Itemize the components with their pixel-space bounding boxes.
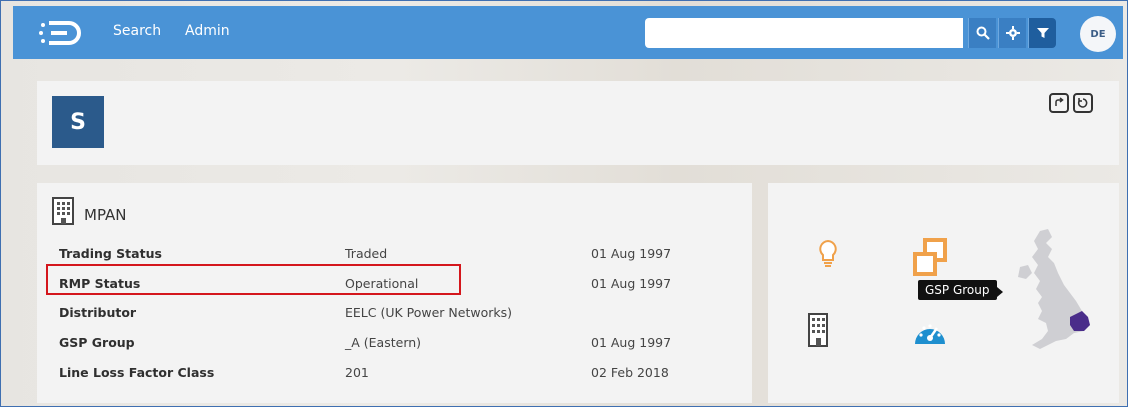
table-row: Line Loss Factor Class 201 02 Feb 2018 — [59, 359, 739, 387]
row-value: Traded — [345, 246, 388, 261]
row-value: 201 — [345, 365, 369, 380]
gsp-group-tooltip: GSP Group — [918, 280, 1002, 300]
search-button[interactable] — [968, 18, 996, 48]
table-row: Distributor EELC (UK Power Networks) — [59, 299, 739, 327]
building-icon — [51, 197, 75, 229]
row-label: GSP Group — [59, 335, 135, 350]
refresh-button[interactable] — [1073, 93, 1093, 113]
row-date: 01 Aug 1997 — [591, 335, 672, 350]
gsp-group-icon[interactable] — [911, 238, 955, 282]
highlight-box — [46, 264, 461, 295]
row-date: 01 Aug 1997 — [591, 276, 672, 291]
top-bar: Search Admin DE — [13, 6, 1123, 59]
search-input[interactable] — [645, 18, 963, 48]
row-value: _A (Eastern) — [345, 335, 422, 350]
building-icon[interactable] — [807, 313, 829, 351]
row-value: EELC (UK Power Networks) — [345, 305, 513, 320]
summary-icons-panel: GSP Group — [768, 183, 1119, 403]
redo-icon — [1055, 97, 1064, 106]
row-label: Distributor — [59, 305, 137, 320]
settings-button[interactable] — [998, 18, 1026, 48]
row-label: Line Loss Factor Class — [59, 365, 215, 380]
nav-admin-link[interactable]: Admin — [185, 23, 230, 39]
row-date: 01 Aug 1997 — [591, 246, 672, 261]
app-page: { "nav": { "search_label": "Search", "ad… — [0, 0, 1128, 407]
refresh-icon — [1077, 98, 1088, 108]
entity-badge: S — [52, 96, 104, 148]
search-icon — [976, 26, 990, 40]
row-date: 02 Feb 2018 — [591, 365, 669, 380]
filter-button[interactable] — [1028, 18, 1056, 48]
header-card: S — [37, 81, 1119, 165]
gear-icon — [1005, 26, 1020, 40]
nav-search-link[interactable]: Search — [113, 23, 161, 39]
row-label: Trading Status — [59, 246, 162, 261]
table-row: GSP Group _A (Eastern) 01 Aug 1997 — [59, 329, 739, 357]
uk-map-icon[interactable] — [1012, 227, 1094, 361]
logo-icon[interactable] — [39, 19, 83, 51]
lightbulb-icon[interactable] — [818, 239, 838, 273]
user-avatar[interactable]: DE — [1080, 16, 1116, 52]
gauge-icon[interactable] — [912, 318, 948, 354]
redo-button[interactable] — [1049, 93, 1069, 113]
mpan-title: MPAN — [84, 206, 127, 224]
filter-icon — [1036, 28, 1049, 38]
